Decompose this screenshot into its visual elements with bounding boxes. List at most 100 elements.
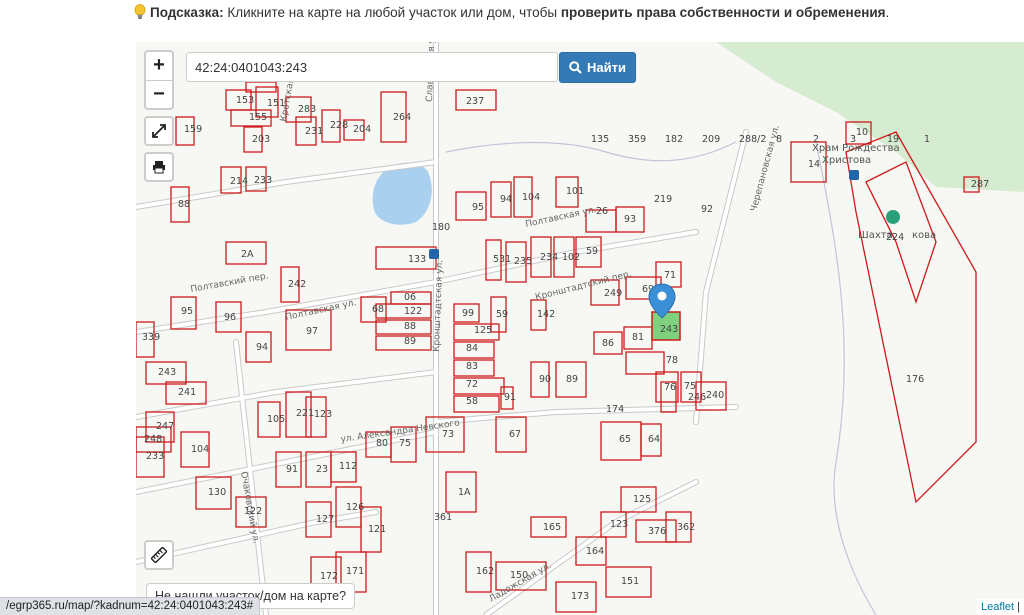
parcel-number-label[interactable]: 180: [432, 222, 450, 233]
parcel-number-label[interactable]: 531: [493, 254, 511, 265]
parcel-number-label[interactable]: 89: [404, 336, 416, 347]
parcel-number-label[interactable]: 241: [178, 387, 196, 398]
parcel-number-label[interactable]: 228: [330, 120, 348, 131]
parcel-number-label[interactable]: 214: [230, 176, 248, 187]
parcel-number-label[interactable]: 127: [316, 514, 334, 525]
parcel-number-label[interactable]: 75: [684, 381, 696, 392]
parcel-number-label[interactable]: 288/2: [739, 134, 766, 145]
parcel-number-label[interactable]: 104: [522, 192, 540, 203]
parcel-number-label[interactable]: 1: [924, 134, 930, 145]
parcel-number-label[interactable]: 242: [288, 279, 306, 290]
parcel-number-label[interactable]: 105: [267, 414, 285, 425]
parcel-number-label[interactable]: 151: [267, 98, 285, 109]
parcel-number-label[interactable]: 151: [621, 576, 639, 587]
parcel-number-label[interactable]: 89: [566, 374, 578, 385]
parcel-number-label[interactable]: 171: [346, 566, 364, 577]
parcel-number-label[interactable]: 135: [591, 134, 609, 145]
parcel-number-label[interactable]: 240: [706, 390, 724, 401]
parcel-number-label[interactable]: 06: [404, 292, 416, 303]
parcel-number-label[interactable]: 182: [665, 134, 683, 145]
parcel-number-label[interactable]: 237: [466, 96, 484, 107]
bus-stop-icon[interactable]: [849, 170, 859, 180]
parcel-number-label[interactable]: 234: [540, 252, 558, 263]
parcel-number-label[interactable]: 78: [666, 355, 678, 366]
parcel-number-label[interactable]: 96: [224, 312, 236, 323]
parcel-number-label[interactable]: 173: [571, 591, 589, 602]
parcel-number-label[interactable]: 122: [244, 506, 262, 517]
church-icon[interactable]: [886, 210, 900, 224]
parcel-number-label[interactable]: 59: [496, 309, 508, 320]
parcel-number-label[interactable]: 248: [144, 434, 162, 445]
parcel-number-label[interactable]: 73: [442, 429, 454, 440]
parcel-number-label[interactable]: 231: [305, 126, 323, 137]
parcel-number-label[interactable]: 122: [404, 306, 422, 317]
parcel-number-label[interactable]: 235: [514, 256, 532, 267]
parcel-number-label[interactable]: 93: [624, 214, 636, 225]
parcel-number-label[interactable]: 209: [702, 134, 720, 145]
parcel-number-label[interactable]: 19: [887, 134, 899, 145]
parcel-number-label[interactable]: 65: [619, 434, 631, 445]
ruler-button[interactable]: [144, 540, 174, 570]
parcel-number-label[interactable]: 362: [677, 522, 695, 533]
selected-parcel-label[interactable]: 243: [660, 324, 678, 335]
parcel-number-label[interactable]: 88: [178, 199, 190, 210]
parcel-number-label[interactable]: 121: [368, 524, 386, 535]
parcel-number-label[interactable]: 104: [191, 444, 209, 455]
parcel-number-label[interactable]: 92: [701, 204, 713, 215]
parcel-number-label[interactable]: 221: [296, 408, 314, 419]
parcel-number-label[interactable]: 176: [906, 374, 924, 385]
parcel-number-label[interactable]: 2: [813, 134, 819, 145]
map-tiles[interactable]: Полтавский пер. Полтавская ул. Полтавска…: [136, 42, 1024, 615]
parcel-number-label[interactable]: 133: [408, 254, 426, 265]
parcel-number-label[interactable]: 130: [208, 487, 226, 498]
parcel-number-label[interactable]: 246: [688, 392, 706, 403]
parcel-number-label[interactable]: 67: [509, 429, 521, 440]
parcel-number-label[interactable]: 153: [236, 95, 254, 106]
leaflet-link[interactable]: Leaflet: [981, 601, 1014, 613]
parcel-number-label[interactable]: 59: [586, 246, 598, 257]
parcel-number-label[interactable]: 76: [664, 382, 676, 393]
parcel-number-label[interactable]: 233: [146, 451, 164, 462]
parcel-number-label[interactable]: 376: [648, 526, 666, 537]
parcel-number-label[interactable]: 81: [632, 332, 644, 343]
parcel-number-label[interactable]: 264: [393, 112, 411, 123]
parcel-number-label[interactable]: 95: [181, 306, 193, 317]
parcel-number-label[interactable]: 80: [376, 438, 388, 449]
zoom-in-button[interactable]: +: [146, 52, 172, 80]
parcel-number-label[interactable]: 8: [776, 134, 782, 145]
parcel-number-label[interactable]: 94: [500, 194, 512, 205]
parcel-number-label[interactable]: 361: [434, 512, 452, 523]
parcel-number-label[interactable]: 174: [606, 404, 624, 415]
parcel-number-label[interactable]: 10: [856, 127, 868, 138]
parcel-number-label[interactable]: 142: [537, 309, 555, 320]
zoom-out-button[interactable]: −: [146, 80, 172, 109]
parcel-number-label[interactable]: 95: [472, 202, 484, 213]
parcel-number-label[interactable]: 204: [353, 124, 371, 135]
parcel-number-label[interactable]: 359: [628, 134, 646, 145]
parcel-number-label[interactable]: 75: [399, 438, 411, 449]
parcel-number-label[interactable]: 23: [316, 464, 328, 475]
parcel-number-label[interactable]: 26: [596, 206, 608, 217]
parcel-number-label[interactable]: 125: [633, 494, 651, 505]
parcel-number-label[interactable]: 164: [586, 546, 604, 557]
parcel-number-label[interactable]: 102: [562, 252, 580, 263]
parcel-number-label[interactable]: 123: [314, 409, 332, 420]
parcel-number-label[interactable]: 91: [504, 392, 516, 403]
parcel-number-label[interactable]: 83: [466, 361, 478, 372]
parcel-number-label[interactable]: 3: [850, 134, 856, 145]
parcel-number-label[interactable]: 159: [184, 124, 202, 135]
parcel-number-label[interactable]: 101: [566, 186, 584, 197]
parcel-number-label[interactable]: 249: [604, 288, 622, 299]
parcel-number-label[interactable]: 125: [474, 325, 492, 336]
parcel-number-label[interactable]: 88: [404, 321, 416, 332]
parcel-number-label[interactable]: 247: [156, 421, 174, 432]
print-button[interactable]: [144, 152, 174, 182]
parcel-number-label[interactable]: 72: [466, 379, 478, 390]
parcel-number-label[interactable]: 58: [466, 396, 478, 407]
parcel-number-label[interactable]: 219: [654, 194, 672, 205]
parcel-number-label[interactable]: 287: [971, 179, 989, 190]
parcel-number-label[interactable]: 155: [249, 112, 267, 123]
find-button[interactable]: Найти: [559, 52, 636, 83]
parcel-number-label[interactable]: 99: [462, 308, 474, 319]
parcel-number-label[interactable]: 2А: [241, 249, 254, 260]
